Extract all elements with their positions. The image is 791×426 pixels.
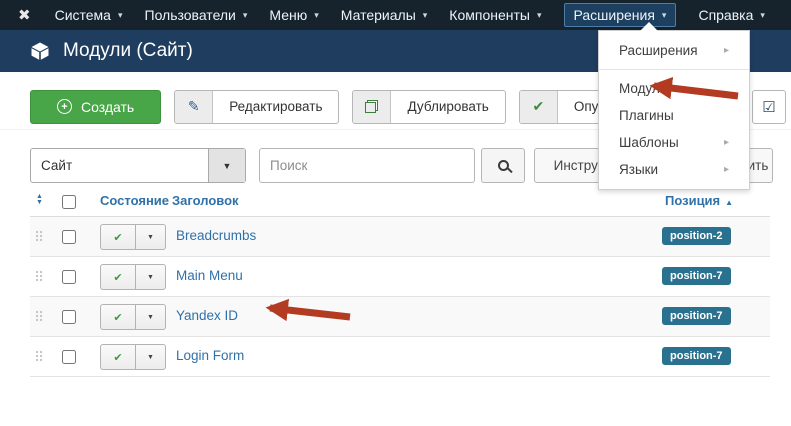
search-input[interactable]: [259, 148, 475, 183]
published-check-icon[interactable]: ✔: [101, 305, 135, 329]
joomla-admin-window: ✖ Система ▾ Пользователи ▾ Меню ▾ Матери…: [0, 0, 791, 426]
menu-users[interactable]: Пользователи ▾: [145, 7, 248, 23]
table-row: ⠿ ✔ ▼ Main Menu position-7: [30, 257, 770, 297]
drag-handle-icon[interactable]: ⠿: [34, 229, 44, 246]
select-all-checkbox[interactable]: [62, 195, 76, 209]
row-checkbox[interactable]: [62, 310, 76, 324]
module-title-link[interactable]: Yandex ID: [176, 308, 238, 323]
table-row: ⠿ ✔ ▼ Login Form position-7: [30, 337, 770, 377]
chevron-down-icon: ▾: [314, 10, 319, 21]
submenu-caret-icon: ▸: [724, 164, 729, 175]
search-button[interactable]: [481, 148, 525, 183]
joomla-logo-icon: ✖: [18, 6, 31, 24]
status-dropdown-icon[interactable]: ▼: [135, 345, 165, 369]
module-cube-icon: [30, 41, 50, 61]
page-title: Модули (Сайт): [63, 40, 193, 62]
select-caret-icon: ▼: [208, 149, 245, 182]
plus-icon: +: [57, 99, 72, 114]
drag-handle-icon[interactable]: ⠿: [34, 349, 44, 366]
table-row: ⠿ ✔ ▼ Breadcrumbs position-2: [30, 217, 770, 257]
copy-icon: [353, 91, 391, 123]
menu-help[interactable]: Справка ▾: [698, 7, 764, 23]
edit-button[interactable]: ✎ Редактировать: [174, 90, 339, 124]
status-dropdown-icon[interactable]: ▼: [135, 305, 165, 329]
column-header-position[interactable]: Позиция▲: [665, 193, 733, 208]
module-list: ⠿ ✔ ▼ Breadcrumbs position-2 ⠿ ✔ ▼ Main …: [30, 217, 770, 377]
module-title-link[interactable]: Main Menu: [176, 268, 243, 283]
extensions-dropdown-menu: Расширения ▸ Модули Плагины Шаблоны ▸ Яз…: [598, 30, 750, 190]
chevron-down-icon: ▾: [423, 10, 428, 21]
submenu-caret-icon: ▸: [724, 137, 729, 148]
position-badge: position-7: [662, 347, 731, 365]
dropdown-item-plugins[interactable]: Плагины: [599, 102, 749, 129]
submenu-caret-icon: ▸: [724, 45, 729, 56]
published-check-icon[interactable]: ✔: [101, 265, 135, 289]
checkin-button[interactable]: ☑: [752, 90, 786, 124]
position-badge: position-2: [662, 227, 731, 245]
admin-menubar: ✖ Система ▾ Пользователи ▾ Меню ▾ Матери…: [0, 0, 791, 30]
table-row: ⠿ ✔ ▼ Yandex ID position-7: [30, 297, 770, 337]
row-checkbox[interactable]: [62, 230, 76, 244]
menu-extensions[interactable]: Расширения ▾: [564, 3, 677, 27]
client-select[interactable]: Сайт ▼: [30, 148, 246, 183]
dropdown-item-modules[interactable]: Модули: [599, 75, 749, 102]
position-badge: position-7: [662, 307, 731, 325]
create-button[interactable]: + Создать: [30, 90, 161, 124]
dropdown-item-extensions[interactable]: Расширения ▸: [599, 37, 749, 64]
status-dropdown-icon[interactable]: ▼: [135, 265, 165, 289]
chevron-down-icon: ▾: [118, 10, 123, 21]
ordering-sort-icon[interactable]: ▲▼: [36, 194, 43, 206]
drag-handle-icon[interactable]: ⠿: [34, 269, 44, 286]
position-badge: position-7: [662, 267, 731, 285]
chevron-down-icon: ▾: [662, 10, 667, 21]
dropdown-item-templates[interactable]: Шаблоны ▸: [599, 129, 749, 156]
row-checkbox[interactable]: [62, 270, 76, 284]
column-header-status[interactable]: Состояние: [100, 193, 169, 208]
status-toggle[interactable]: ✔ ▼: [100, 344, 166, 370]
checkbox-icon: ☑: [762, 98, 775, 116]
status-dropdown-icon[interactable]: ▼: [135, 225, 165, 249]
chevron-down-icon: ▾: [537, 10, 542, 21]
menu-menus[interactable]: Меню ▾: [269, 7, 318, 23]
duplicate-button[interactable]: Дублировать: [352, 90, 505, 124]
check-icon: ✔: [520, 91, 558, 123]
column-header-title[interactable]: Заголовок: [172, 193, 239, 208]
published-check-icon[interactable]: ✔: [101, 345, 135, 369]
status-toggle[interactable]: ✔ ▼: [100, 304, 166, 330]
dropdown-item-languages[interactable]: Языки ▸: [599, 156, 749, 183]
menu-components[interactable]: Компоненты ▾: [449, 7, 541, 23]
status-toggle[interactable]: ✔ ▼: [100, 264, 166, 290]
table-header: ▲▼ Состояние Заголовок Позиция▲: [30, 190, 770, 217]
menu-content[interactable]: Материалы ▾: [341, 7, 428, 23]
row-checkbox[interactable]: [62, 350, 76, 364]
menu-divider: [599, 69, 749, 70]
module-title-link[interactable]: Breadcrumbs: [176, 228, 256, 243]
drag-handle-icon[interactable]: ⠿: [34, 309, 44, 326]
published-check-icon[interactable]: ✔: [101, 225, 135, 249]
dropdown-caret: [640, 22, 658, 31]
chevron-down-icon: ▾: [243, 10, 248, 21]
chevron-down-icon: ▾: [760, 10, 765, 21]
sort-asc-icon: ▲: [725, 198, 733, 207]
menu-system[interactable]: Система ▾: [55, 7, 123, 23]
edit-icon: ✎: [175, 91, 213, 123]
status-toggle[interactable]: ✔ ▼: [100, 224, 166, 250]
search-icon: [498, 160, 509, 171]
module-title-link[interactable]: Login Form: [176, 348, 244, 363]
